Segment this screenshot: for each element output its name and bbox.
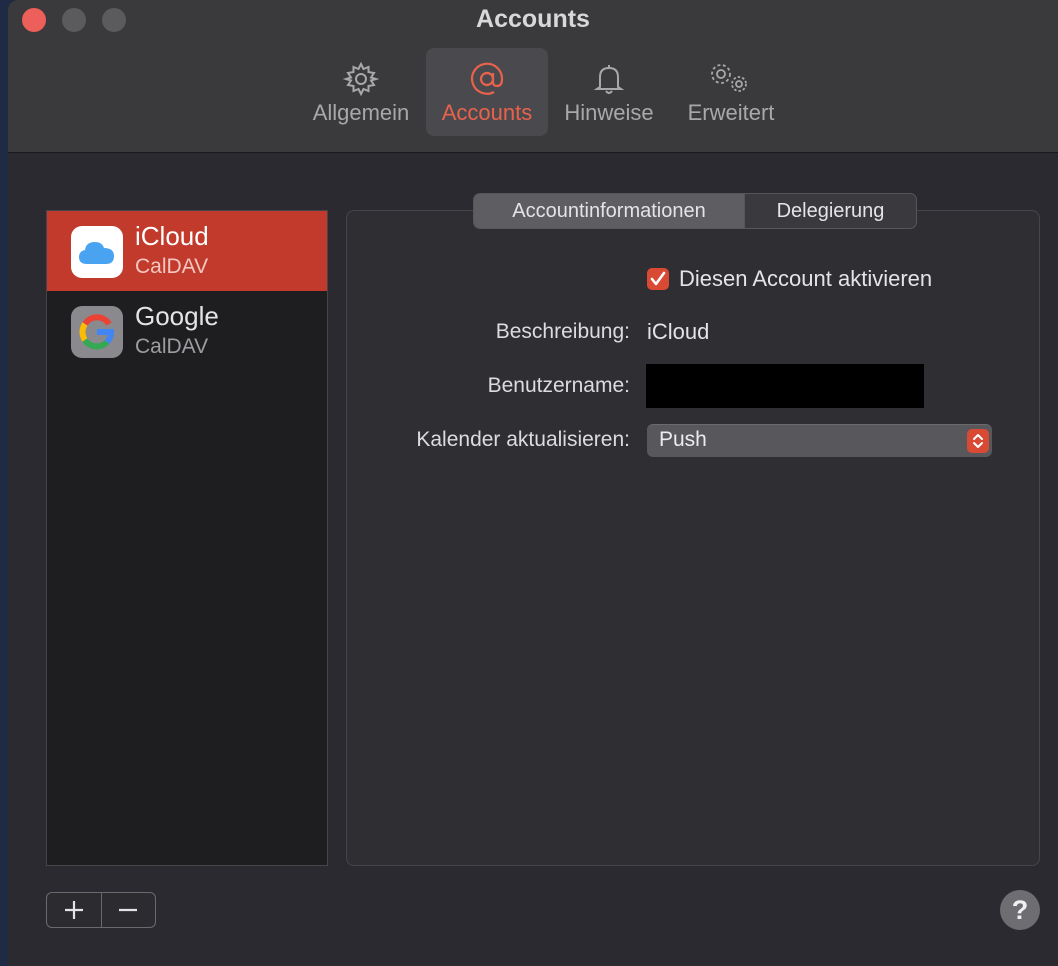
google-icon [71, 306, 123, 358]
toolbar-label: Allgemein [312, 100, 410, 125]
username-field[interactable] [646, 364, 924, 408]
gear-icon [343, 61, 379, 97]
help-button[interactable]: ? [1000, 890, 1040, 930]
remove-account-button[interactable] [102, 893, 156, 927]
account-item-icloud[interactable]: iCloud CalDAV [47, 211, 327, 291]
account-details-panel [346, 210, 1040, 866]
description-value[interactable]: iCloud [647, 319, 709, 345]
toolbar-tab-allgemein[interactable]: Allgemein [302, 48, 420, 136]
account-name: Google [135, 301, 219, 331]
toolbar-tab-hinweise[interactable]: Hinweise [556, 48, 662, 136]
window-title: Accounts [476, 5, 590, 33]
minus-icon [119, 908, 138, 912]
account-type: CalDAV [135, 255, 209, 278]
plus-icon [64, 901, 83, 919]
add-account-button[interactable] [47, 893, 102, 927]
description-label: Beschreibung: [495, 320, 630, 343]
add-remove-control [46, 892, 156, 928]
titlebar: Accounts Allgemein Accounts Hinweise Erw… [8, 0, 1058, 153]
toolbar-label: Erweitert [687, 100, 775, 125]
toolbar-tab-erweitert[interactable]: Erweitert [676, 48, 786, 136]
enable-account-label: Diesen Account aktivieren [679, 266, 933, 291]
account-type: CalDAV [135, 335, 209, 358]
account-item-google[interactable]: Google CalDAV [47, 291, 327, 371]
refresh-select[interactable]: Push [647, 424, 992, 457]
toolbar-label: Accounts [441, 100, 533, 125]
checkmark-icon [650, 271, 666, 286]
toolbar-tab-accounts[interactable]: Accounts [426, 48, 548, 136]
refresh-select-value: Push [659, 428, 707, 451]
username-label: Benutzername: [487, 374, 630, 397]
icloud-icon [71, 226, 123, 278]
account-list[interactable]: iCloud CalDAV Google CalDAV [46, 210, 328, 866]
account-name: iCloud [135, 221, 209, 251]
accounts-window: Accounts Allgemein Accounts Hinweise Erw… [8, 0, 1058, 966]
updown-chevron-icon [967, 429, 989, 453]
tab-delegierung[interactable]: Delegierung [745, 194, 916, 228]
detail-tabs: Accountinformationen Delegierung [473, 193, 917, 229]
enable-account-checkbox[interactable] [647, 268, 669, 290]
bell-icon [591, 62, 627, 96]
gears-icon [707, 62, 755, 96]
tab-accountinformationen[interactable]: Accountinformationen [474, 194, 745, 228]
refresh-label: Kalender aktualisieren: [416, 428, 630, 451]
toolbar-label: Hinweise [564, 100, 654, 125]
at-sign-icon [469, 62, 505, 96]
